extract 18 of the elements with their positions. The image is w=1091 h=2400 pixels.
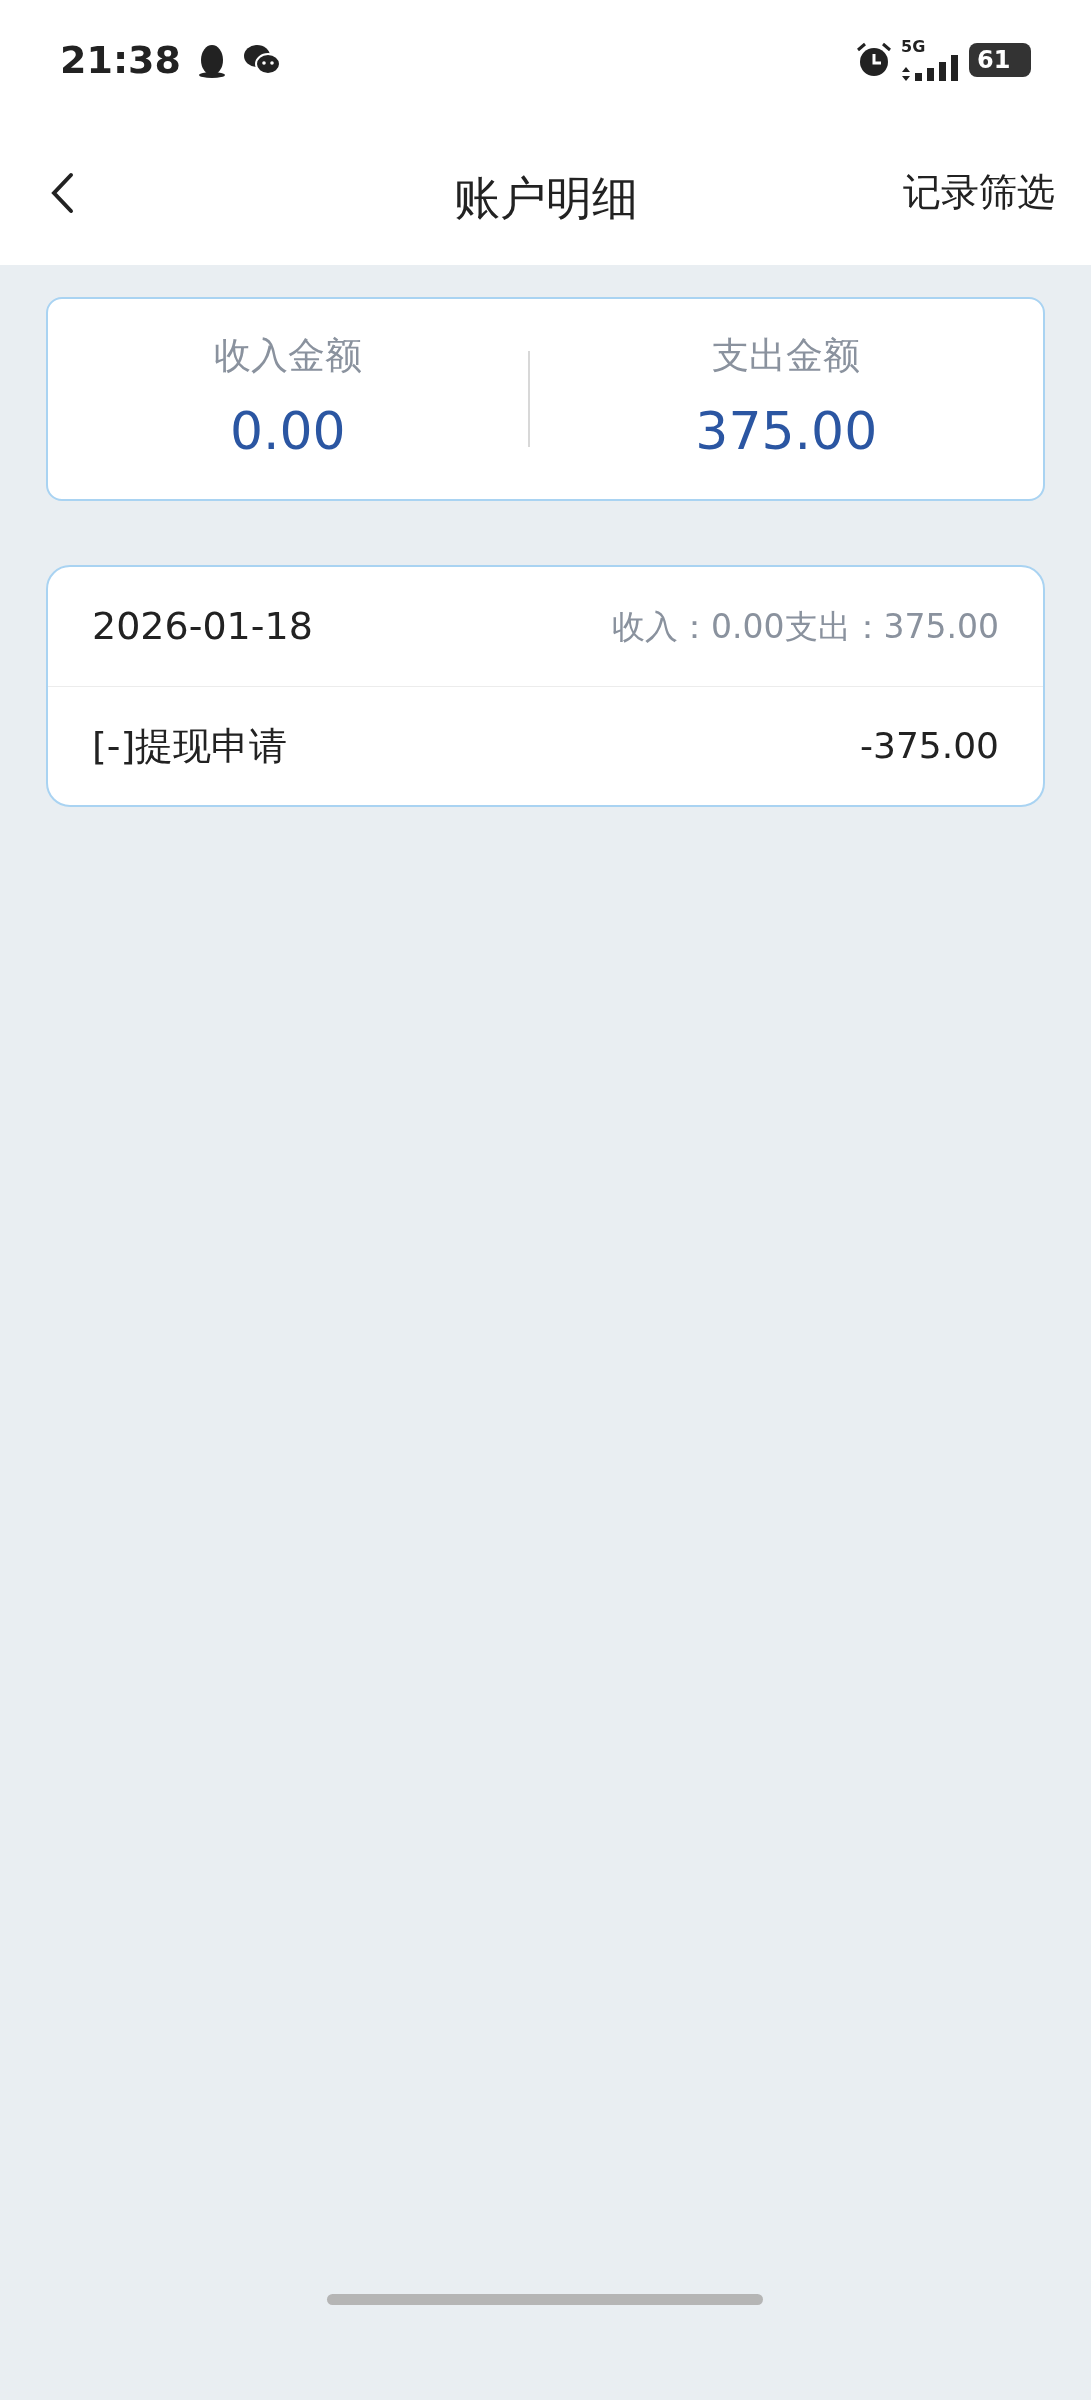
record-name: [-]提现申请 [92,722,288,770]
record-amount: -375.00 [860,724,999,768]
network-label: 5G [901,39,926,55]
alarm-icon [855,41,893,79]
summary-label: 收入金额 [213,333,362,380]
daily-totals: 收入：0.00支出：375.00 [612,605,999,648]
back-button[interactable] [50,171,74,214]
record-date: 2026-01-18 [92,603,313,650]
penguin-icon [196,42,227,78]
summary-label: 支出金额 [712,333,861,380]
summary-amount: 0.00 [229,399,346,463]
signal-icon [915,55,961,81]
battery-indicator: 61 [969,43,1031,77]
filter-button[interactable]: 记录筛选 [903,164,1055,221]
page-title: 账户明细 [453,170,638,227]
status-time: 21:38 [60,36,181,84]
summary-amount: 375.00 [695,399,878,463]
data-arrows-icon [901,67,911,81]
